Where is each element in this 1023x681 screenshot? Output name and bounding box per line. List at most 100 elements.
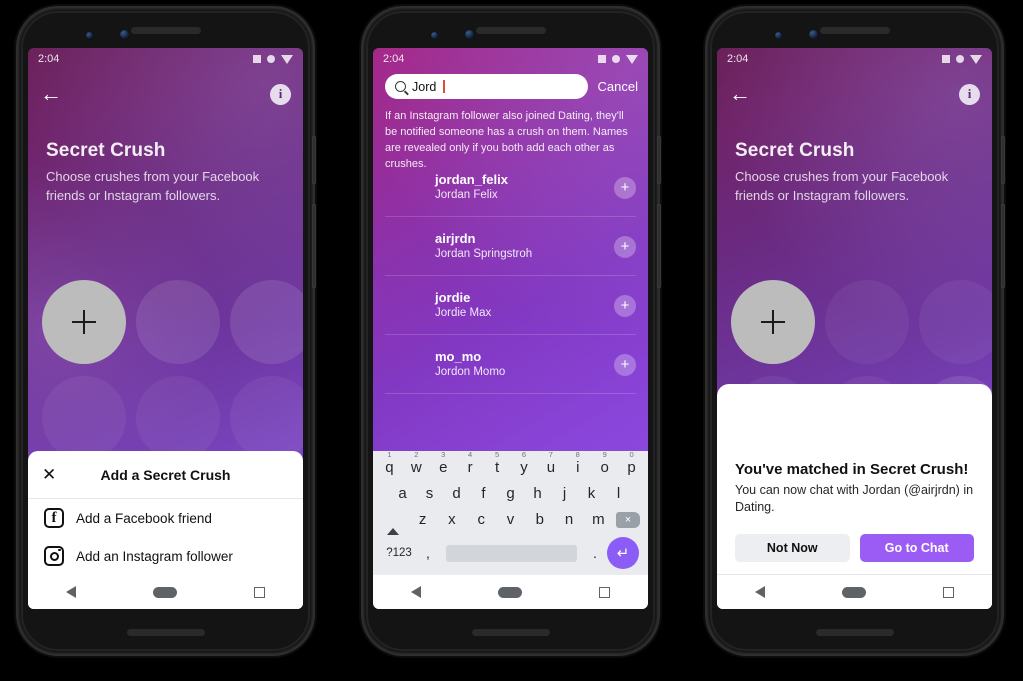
front-camera-icon bbox=[809, 30, 818, 39]
key-a[interactable]: a bbox=[389, 485, 416, 502]
contact-fullname: Jordon Momo bbox=[435, 366, 506, 379]
volume-button[interactable] bbox=[657, 204, 661, 288]
volume-button[interactable] bbox=[312, 204, 316, 288]
back-arrow-icon[interactable]: ← bbox=[40, 83, 62, 105]
key-m[interactable]: m bbox=[584, 511, 613, 528]
list-item[interactable]: mo_mo Jordon Momo + bbox=[373, 335, 648, 394]
power-button[interactable] bbox=[312, 136, 316, 184]
backspace-icon[interactable]: × bbox=[613, 511, 643, 528]
key-b[interactable]: b bbox=[525, 511, 554, 528]
volume-button[interactable] bbox=[1001, 204, 1005, 288]
crush-slot-empty[interactable] bbox=[136, 280, 220, 364]
contact-username: jordie bbox=[435, 289, 471, 305]
not-now-button[interactable]: Not Now bbox=[735, 534, 850, 562]
bottom-speaker bbox=[126, 629, 205, 636]
wifi-icon bbox=[956, 55, 964, 63]
comma-key[interactable]: , bbox=[416, 545, 440, 561]
list-item[interactable]: jordie Jordie Max + bbox=[373, 276, 648, 335]
screen-3: 2:04 ← i Secret Crush Choose crushes fro… bbox=[717, 48, 992, 609]
status-icons bbox=[942, 54, 982, 64]
add-crush-button[interactable] bbox=[42, 280, 126, 364]
nav-home-icon[interactable] bbox=[152, 586, 177, 598]
key-t[interactable]: 5t bbox=[484, 450, 511, 476]
nav-recents-icon[interactable] bbox=[598, 586, 610, 598]
battery-icon bbox=[970, 54, 982, 64]
key-p[interactable]: 0p bbox=[618, 450, 645, 476]
key-q[interactable]: 1q bbox=[376, 450, 403, 476]
nav-recents-icon[interactable] bbox=[942, 586, 954, 598]
power-button[interactable] bbox=[657, 136, 661, 184]
list-item[interactable]: jordan_felix Jordan Felix + bbox=[373, 158, 648, 217]
android-nav-bar bbox=[28, 575, 303, 609]
key-x[interactable]: x bbox=[437, 511, 466, 528]
key-c[interactable]: c bbox=[467, 511, 496, 528]
key-n[interactable]: n bbox=[554, 511, 583, 528]
key-r[interactable]: 4r bbox=[457, 450, 484, 476]
space-key[interactable] bbox=[446, 544, 577, 562]
search-input[interactable]: Jord bbox=[385, 74, 588, 99]
status-time: 2:04 bbox=[383, 53, 405, 65]
enter-icon[interactable]: ↵ bbox=[607, 537, 639, 569]
key-f[interactable]: f bbox=[470, 485, 497, 502]
android-nav-bar bbox=[373, 575, 648, 609]
nav-recents-icon[interactable] bbox=[253, 586, 265, 598]
avatar bbox=[385, 168, 424, 207]
wifi-icon bbox=[612, 55, 620, 63]
key-l[interactable]: l bbox=[605, 485, 632, 502]
key-h[interactable]: h bbox=[524, 485, 551, 502]
nav-home-icon[interactable] bbox=[497, 586, 522, 598]
nav-home-icon[interactable] bbox=[841, 586, 866, 598]
crush-slot-empty[interactable] bbox=[230, 280, 303, 364]
nav-back-icon[interactable] bbox=[755, 586, 766, 598]
sheet-item-instagram[interactable]: Add an Instagram follower bbox=[28, 537, 303, 575]
key-j[interactable]: j bbox=[551, 485, 578, 502]
battery-icon bbox=[626, 54, 638, 64]
instagram-lens bbox=[49, 548, 61, 561]
period-key[interactable]: . bbox=[583, 545, 607, 561]
plus-icon[interactable]: + bbox=[614, 294, 636, 317]
power-button[interactable] bbox=[1001, 136, 1005, 184]
info-icon[interactable]: i bbox=[959, 83, 980, 105]
key-k[interactable]: k bbox=[578, 485, 605, 502]
bottom-speaker bbox=[471, 629, 550, 636]
plus-icon[interactable]: + bbox=[614, 353, 636, 376]
plus-icon[interactable]: + bbox=[614, 235, 636, 258]
page-title: Secret Crush bbox=[46, 140, 166, 161]
nav-back-icon[interactable] bbox=[411, 586, 422, 598]
key-y[interactable]: 6y bbox=[511, 450, 538, 476]
keyboard-row-2: asdfghjkl bbox=[376, 485, 645, 502]
search-value: Jord bbox=[412, 79, 437, 94]
go-to-chat-button[interactable]: Go to Chat bbox=[859, 534, 974, 562]
crush-avatar[interactable] bbox=[825, 280, 909, 364]
key-g[interactable]: g bbox=[497, 485, 524, 502]
plus-icon[interactable]: + bbox=[614, 176, 636, 199]
crush-avatar[interactable] bbox=[919, 280, 992, 364]
dialog-title: You've matched in Secret Crush! bbox=[735, 460, 969, 478]
key-o[interactable]: 9o bbox=[591, 450, 618, 476]
instagram-icon bbox=[44, 546, 64, 566]
back-arrow-icon[interactable]: ← bbox=[729, 83, 751, 105]
keyboard-row-4: ?123 , . ↵ bbox=[376, 537, 645, 569]
key-i[interactable]: 8i bbox=[564, 450, 591, 476]
key-d[interactable]: d bbox=[443, 485, 470, 502]
shift-icon[interactable] bbox=[378, 511, 408, 535]
key-e[interactable]: 3e bbox=[430, 450, 457, 476]
key-v[interactable]: v bbox=[496, 511, 525, 528]
info-icon[interactable]: i bbox=[270, 83, 291, 105]
key-s[interactable]: s bbox=[416, 485, 443, 502]
earpiece bbox=[130, 27, 201, 34]
bottom-speaker bbox=[815, 629, 894, 636]
nav-back-icon[interactable] bbox=[66, 586, 77, 598]
status-bar: 2:04 bbox=[28, 48, 303, 70]
list-item[interactable]: airjrdn Jordan Springstroh + bbox=[373, 217, 648, 276]
key-w[interactable]: 2w bbox=[403, 450, 430, 476]
key-z[interactable]: z bbox=[408, 511, 437, 528]
symbols-key[interactable]: ?123 bbox=[382, 547, 416, 559]
key-u[interactable]: 7u bbox=[537, 450, 564, 476]
sheet-item-facebook[interactable]: f Add a Facebook friend bbox=[28, 499, 303, 537]
add-crush-button[interactable] bbox=[731, 280, 815, 364]
screen-2: 2:04 Jord Cancel If an Instagram followe… bbox=[373, 48, 648, 609]
close-icon[interactable]: ✕ bbox=[42, 465, 64, 485]
cancel-button[interactable]: Cancel bbox=[598, 79, 638, 94]
keyboard-row-1: 1q2w3e4r5t6y7u8i9o0p bbox=[376, 450, 645, 476]
